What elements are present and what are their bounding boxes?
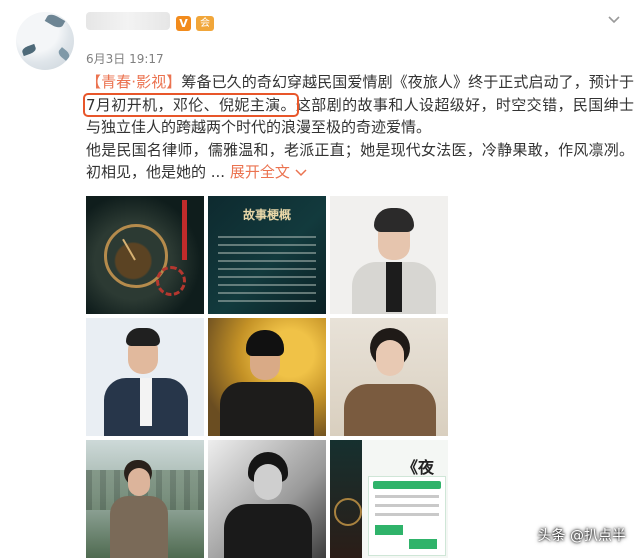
image-caption: 故事梗概 [242,208,291,222]
portrait-face [128,468,150,496]
image-thumbnail[interactable] [330,318,448,436]
portrait-body [344,384,436,436]
verified-badge-icon: V [176,16,191,31]
more-options-chevron-icon[interactable] [606,12,622,28]
image-thumbnail[interactable] [330,196,448,314]
image-thumbnail[interactable] [86,196,204,314]
poster-strip [330,440,362,558]
post-timestamp: 6月3日 19:17 [86,52,164,66]
clock-graphic [334,498,362,526]
image-thumbnail[interactable] [86,440,204,558]
image-thumbnail[interactable] [208,318,326,436]
post-text-part: 筹备已久的奇幻穿越民国爱情剧《夜旅人》终于正式启动了，预计于 [181,73,634,91]
topic-tag-link[interactable]: 【青春·影视】 [86,73,181,91]
portrait-hair [126,328,160,346]
portrait-hair [374,208,414,232]
avatar-leaf-decoration [44,12,66,30]
image-thumbnail[interactable] [208,440,326,558]
image-thumbnail[interactable]: 《夜 [330,440,448,558]
portrait-shirt [386,262,402,312]
chevron-down-icon [295,169,307,176]
portrait-hair [246,330,284,356]
post-text: 【青春·影视】筹备已久的奇幻穿越民国爱情剧《夜旅人》终于正式启动了，预计于7月初… [83,71,634,184]
portrait-body [220,382,314,436]
avatar-leaf-decoration [56,47,72,61]
highlighted-text: 7月初开机，邓伦、倪妮主演。 [83,92,299,117]
post-text-part: 他是民国名律师，儒雅温和，老派正直；她是现代女法医，冷静果敢，作风凛冽。初相见，… [86,140,634,182]
portrait-body [110,496,168,558]
gear-graphic [156,266,186,296]
app-card-graphic [368,476,446,556]
user-avatar[interactable] [16,12,74,70]
username-blurred[interactable] [86,12,170,30]
portrait-face [254,464,282,500]
member-badge-icon: 会 [196,16,214,31]
portrait-shirt [140,378,152,426]
image-caption: 《夜 [402,458,435,477]
image-thumbnail[interactable] [86,318,204,436]
portrait-body [224,504,312,558]
expand-full-text-link[interactable]: 展开全文 [230,163,307,181]
text-lines-graphic [218,230,316,308]
image-thumbnail[interactable]: 故事梗概 [208,196,326,314]
red-stripe [182,200,187,260]
avatar-leaf-decoration [21,43,37,57]
portrait-face [376,340,404,376]
watermark: 头条 @扒点半 [537,528,626,544]
